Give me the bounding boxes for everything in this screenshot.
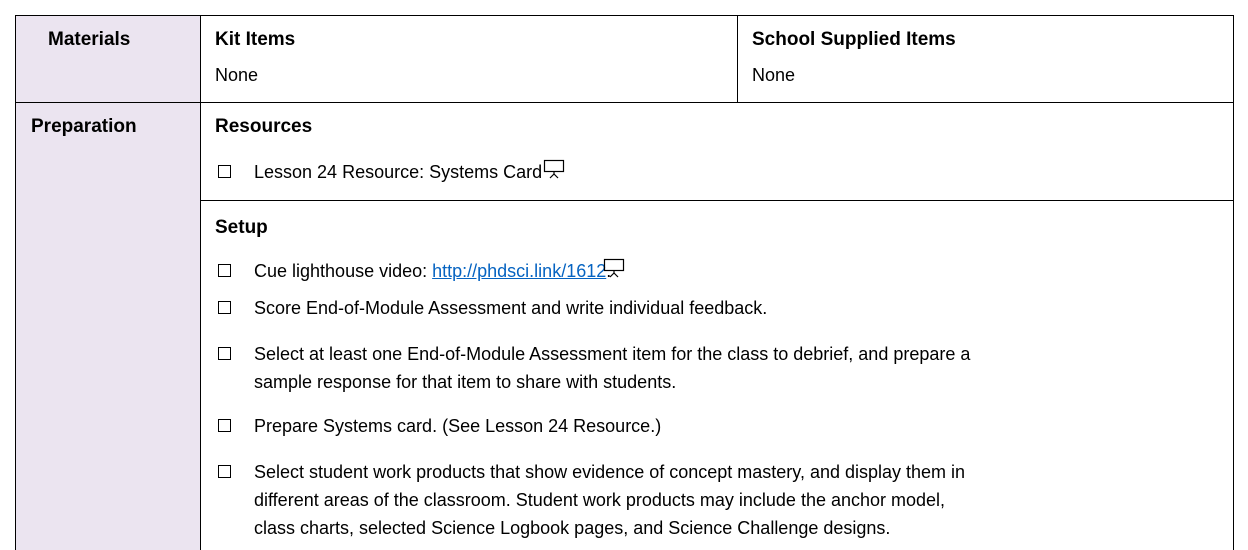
setup-item-5-line-3: class charts, selected Science Logbook p… [254, 518, 891, 538]
lighthouse-video-link[interactable]: http://phdsci.link/1612 [432, 261, 606, 281]
checkbox[interactable] [218, 264, 231, 277]
checkbox[interactable] [218, 165, 231, 178]
setup-item-4: Prepare Systems card. (See Lesson 24 Res… [254, 416, 662, 436]
school-items-value: None [752, 65, 796, 85]
table-border-top [15, 15, 1234, 16]
setup-item-2: Score End-of-Module Assessment and write… [254, 298, 768, 318]
setup-item-3-line-2: sample response for that item to share w… [254, 372, 677, 392]
materials-label: Materials [48, 29, 131, 50]
row-divider [15, 102, 1234, 103]
checkbox[interactable] [218, 419, 231, 432]
school-items-header: School Supplied Items [752, 29, 956, 50]
materials-divider [737, 15, 738, 102]
checkbox[interactable] [218, 465, 231, 478]
setup-item-5-line-2: different areas of the classroom. Studen… [254, 490, 946, 510]
table-border-left [15, 15, 16, 550]
setup-item-5-line-1: Select student work products that show e… [254, 462, 966, 482]
preparation-label-cell [16, 103, 200, 550]
kit-items-header: Kit Items [215, 29, 296, 50]
checkbox[interactable] [218, 301, 231, 314]
resources-heading: Resources [215, 116, 313, 137]
checkbox[interactable] [218, 347, 231, 360]
resource-item: Lesson 24 Resource: Systems Card [254, 162, 543, 182]
column-divider [200, 15, 201, 550]
setup-item-1-text: Cue lighthouse video: [254, 261, 433, 281]
setup-item-1: Cue lighthouse video: http://phdsci.link… [254, 262, 611, 280]
preparation-label: Preparation [31, 116, 137, 137]
kit-items-value: None [215, 65, 259, 85]
setup-heading: Setup [215, 217, 268, 238]
resources-setup-divider [200, 200, 1234, 201]
table-border-right [1233, 15, 1234, 550]
projector-icon [543, 159, 565, 179]
setup-item-3-line-1: Select at least one End-of-Module Assess… [254, 344, 971, 364]
projector-icon [603, 258, 625, 278]
